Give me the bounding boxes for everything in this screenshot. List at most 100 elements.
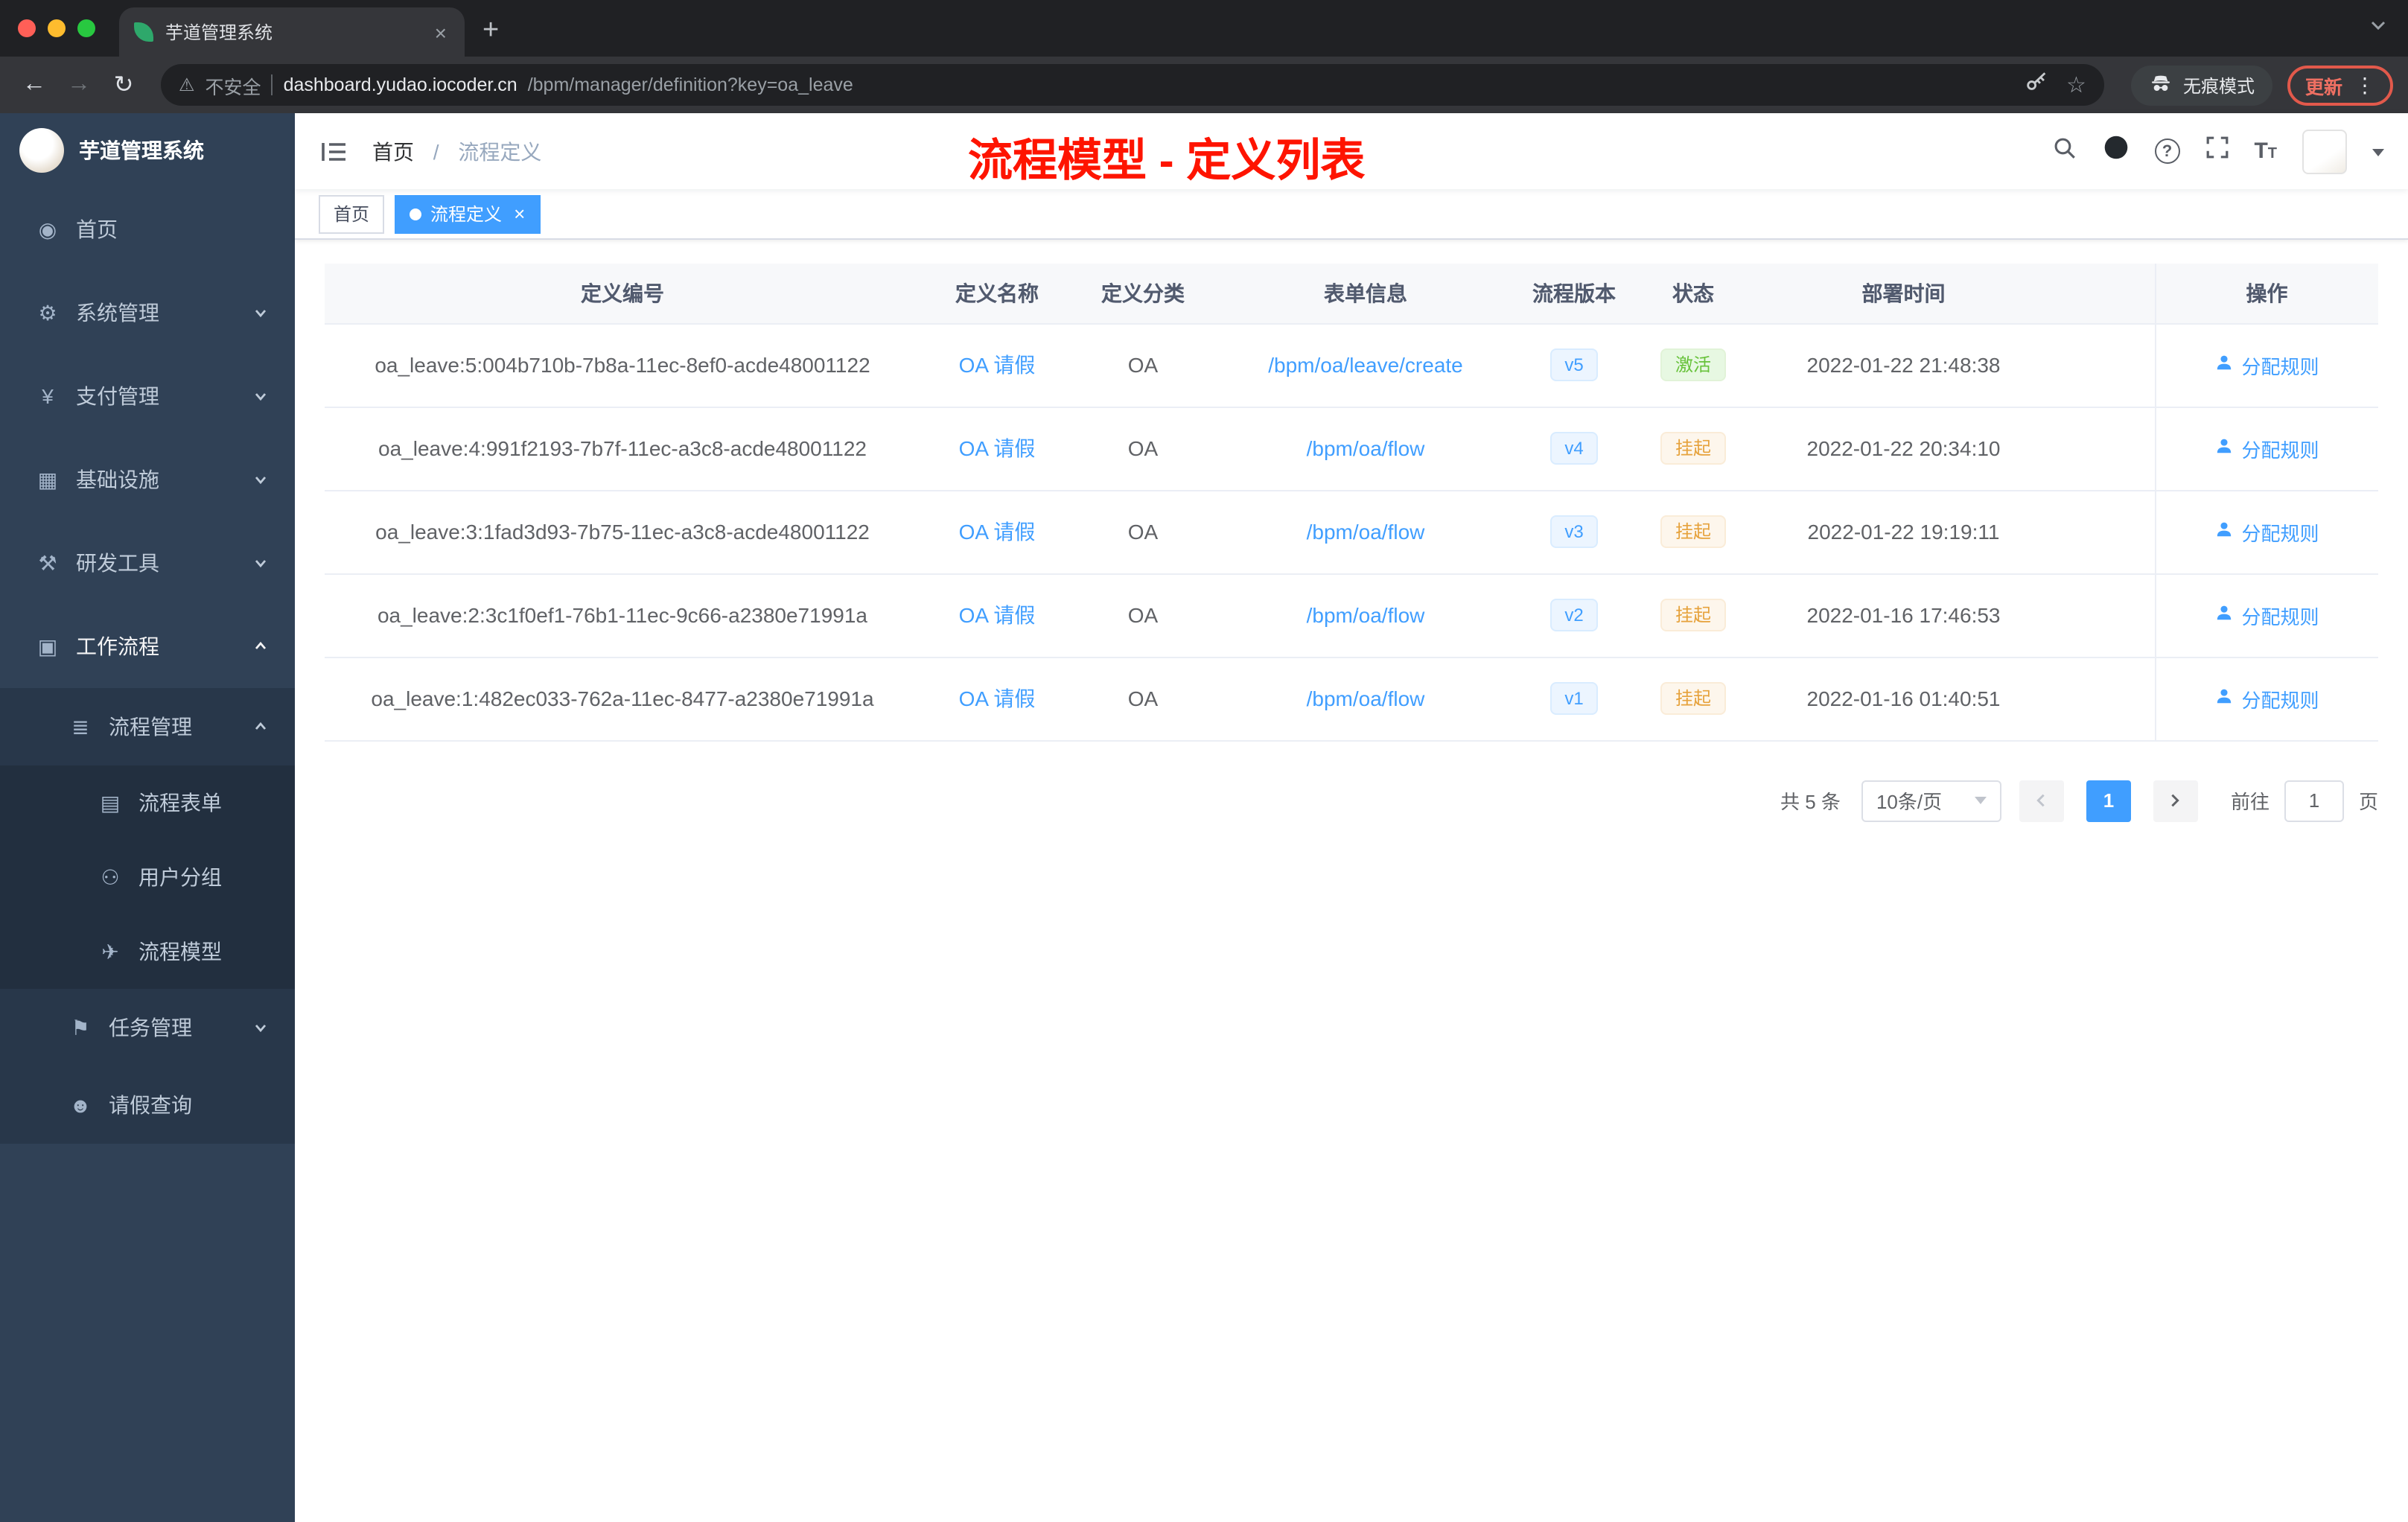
leave-query-icon: ☻	[69, 1093, 92, 1117]
form-info-link[interactable]: /bpm/oa/leave/create	[1268, 353, 1463, 377]
address-bar[interactable]: ⚠ 不安全 dashboard.yudao.iocoder.cn/bpm/man…	[161, 64, 2104, 106]
sidebar-item-label: 流程模型	[138, 940, 222, 964]
forward-button[interactable]: →	[60, 71, 98, 98]
infrastructure-icon: ▦	[37, 467, 58, 491]
definition-name-link[interactable]: OA 请假	[959, 687, 1036, 710]
window-controls	[0, 19, 119, 37]
fullscreen-icon[interactable]	[2205, 136, 2229, 167]
form-info-link[interactable]: /bpm/oa/flow	[1307, 603, 1425, 627]
breadcrumb: 首页 / 流程定义	[372, 136, 541, 166]
assign-rule-link[interactable]: 分配规则	[2214, 601, 2319, 629]
sidebar-item-label: 流程管理	[109, 715, 192, 739]
sidebar-item[interactable]: ▤ 流程表单	[0, 765, 295, 840]
sidebar-item[interactable]: ▣ 工作流程	[0, 605, 295, 688]
sidebar-item[interactable]: ⚒ 研发工具	[0, 521, 295, 605]
sidebar-item[interactable]: ⚑ 任务管理	[0, 989, 295, 1066]
bookmark-star-icon[interactable]: ☆	[2066, 71, 2086, 98]
deploy-time: 2022-01-16 01:40:51	[1757, 657, 2155, 741]
chevron-down-icon	[253, 555, 268, 570]
github-icon[interactable]	[2102, 134, 2129, 168]
page-size-select[interactable]: 10条/页	[1861, 780, 2001, 821]
goto-page-input[interactable]	[2284, 780, 2344, 821]
user-icon	[2214, 353, 2234, 377]
tag-active[interactable]: 流程定义 ×	[395, 194, 541, 233]
user-avatar[interactable]	[2302, 129, 2347, 173]
select-chevron-down-icon	[1974, 797, 1987, 810]
form-info-link[interactable]: /bpm/oa/flow	[1307, 436, 1425, 460]
tab-close-icon[interactable]: ×	[432, 20, 450, 44]
window-minimize-button[interactable]	[48, 19, 66, 37]
assign-rule-link[interactable]: 分配规则	[2214, 434, 2319, 462]
screen: 芋道管理系统 × + ← → ↻ ⚠ 不安全 dashboard.yudao.i…	[0, 0, 2408, 1522]
sidebar-item[interactable]: ≣ 流程管理	[0, 688, 295, 765]
sidebar-item-label: 用户分组	[138, 865, 222, 889]
breadcrumb-home[interactable]: 首页	[372, 139, 414, 163]
definition-name-link[interactable]: OA 请假	[959, 353, 1036, 377]
definition-id: oa_leave:4:991f2193-7b7f-11ec-a3c8-acde4…	[325, 407, 920, 491]
next-page-button[interactable]	[2153, 780, 2198, 821]
browser-menu-kebab-icon[interactable]: ⋮	[2354, 72, 2375, 98]
sidebar-item[interactable]: ⚇ 用户分组	[0, 840, 295, 914]
font-size-icon[interactable]: TT	[2254, 138, 2277, 164]
window-close-button[interactable]	[18, 19, 36, 37]
deploy-time: 2022-01-16 17:46:53	[1757, 573, 2155, 657]
sidebar-item-label: 请假查询	[109, 1093, 192, 1117]
sidebar-item[interactable]: ✈ 流程模型	[0, 914, 295, 989]
table-row: oa_leave:2:3c1f0ef1-76b1-11ec-9c66-a2380…	[325, 573, 2378, 657]
assign-rule-link[interactable]: 分配规则	[2214, 351, 2319, 379]
url-path: /bpm/manager/definition?key=oa_leave	[527, 74, 853, 95]
column-header: 操作	[2154, 264, 2378, 324]
pagination: 共 5 条 10条/页 1 前往 页	[325, 780, 2378, 821]
definition-id: oa_leave:5:004b710b-7b8a-11ec-8ef0-acde4…	[325, 323, 920, 407]
new-tab-button[interactable]: +	[482, 15, 499, 48]
definition-name-link[interactable]: OA 请假	[959, 520, 1036, 544]
back-button[interactable]: ←	[15, 71, 54, 98]
chevron-down-icon	[253, 389, 268, 404]
column-header: 定义编号	[325, 264, 920, 324]
version-badge: v3	[1549, 515, 1599, 549]
browser-tabstrip: 芋道管理系统 × +	[0, 0, 2408, 57]
reload-button[interactable]: ↻	[104, 70, 143, 100]
sidebar-item[interactable]: ▦ 基础设施	[0, 438, 295, 521]
deploy-time: 2022-01-22 21:48:38	[1757, 323, 2155, 407]
browser-update-button[interactable]: 更新 ⋮	[2287, 65, 2393, 105]
prev-page-button[interactable]	[2019, 780, 2064, 821]
home-icon: ◉	[38, 217, 57, 241]
page-content: 定义编号 定义名称 定义分类 表单信息 流程版本 状态 部署时间 操作 oa_leave:5:…	[295, 240, 2408, 1522]
sidebar-item[interactable]: ☻ 请假查询	[0, 1066, 295, 1144]
current-page-button[interactable]: 1	[2086, 780, 2131, 821]
sidebar-item[interactable]: ¥ 支付管理	[0, 354, 295, 438]
definition-name-link[interactable]: OA 请假	[959, 436, 1036, 460]
version-badge: v4	[1549, 431, 1599, 465]
assign-rule-link[interactable]: 分配规则	[2214, 518, 2319, 546]
process-form-icon: ▤	[100, 790, 121, 814]
definition-category: OA	[1074, 573, 1212, 657]
form-info-link[interactable]: /bpm/oa/flow	[1307, 520, 1425, 544]
column-header: 定义名称	[920, 264, 1074, 324]
definition-category: OA	[1074, 490, 1212, 574]
help-icon[interactable]: ?	[2154, 138, 2180, 164]
sidebar-menu: ◉ 首页 ⚙ 系统管理 ¥ 支付管理 ▦ 基础设施 ⚒ 研发工具 ▣ 工作流程 ≣ 流程管理 ▤ 流程表单 ⚇ 用…	[0, 188, 295, 1144]
definition-name-link[interactable]: OA 请假	[959, 603, 1036, 627]
tab-search-chevron-icon[interactable]	[2369, 15, 2387, 42]
sidebar-toggle-icon[interactable]	[319, 136, 348, 166]
pagination-total: 共 5 条	[1780, 791, 1841, 813]
gear-icon: ⚙	[38, 300, 57, 324]
sidebar-item[interactable]: ◉ 首页	[0, 188, 295, 271]
avatar-dropdown-caret-icon[interactable]	[2372, 148, 2384, 162]
password-key-icon[interactable]	[2023, 70, 2048, 100]
definition-id: oa_leave:1:482ec033-762a-11ec-8477-a2380…	[325, 657, 920, 741]
form-info-link[interactable]: /bpm/oa/flow	[1307, 687, 1425, 710]
payment-icon: ¥	[42, 384, 54, 408]
deploy-time: 2022-01-22 19:19:11	[1757, 490, 2155, 574]
tag-item[interactable]: 首页	[319, 194, 385, 233]
window-zoom-button[interactable]	[77, 19, 95, 37]
sidebar-item[interactable]: ⚙ 系统管理	[0, 271, 295, 354]
definition-id: oa_leave:2:3c1f0ef1-76b1-11ec-9c66-a2380…	[325, 573, 920, 657]
assign-rule-link[interactable]: 分配规则	[2214, 684, 2319, 713]
browser-tab[interactable]: 芋道管理系统 ×	[119, 7, 465, 57]
tag-close-icon[interactable]: ×	[514, 203, 525, 225]
search-icon[interactable]	[2051, 135, 2077, 168]
app-navbar: 首页 / 流程定义 流程模型 - 定义列表 ? TT	[295, 113, 2408, 189]
table-row: oa_leave:4:991f2193-7b7f-11ec-a3c8-acde4…	[325, 407, 2378, 491]
